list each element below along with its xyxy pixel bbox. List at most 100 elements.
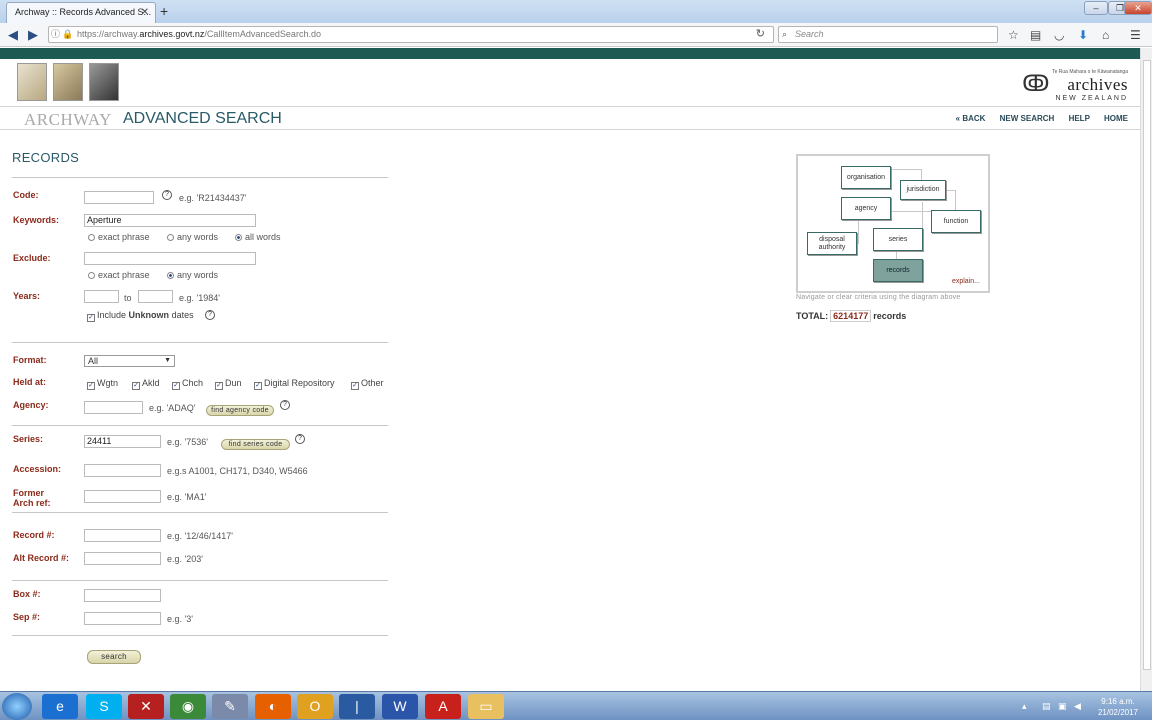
nav-new-search-link[interactable]: NEW SEARCH: [1000, 114, 1055, 123]
include-suffix: dates: [171, 310, 194, 320]
new-tab-icon[interactable]: +: [160, 3, 168, 19]
code-input[interactable]: [84, 191, 154, 204]
disposal-line2: authority: [818, 244, 846, 251]
reload-icon[interactable]: ↻: [756, 27, 765, 42]
former-arch-ref-input[interactable]: [84, 490, 161, 503]
held-digital-repository-checkbox[interactable]: ✓ Digital Repository: [254, 378, 335, 390]
diagram-series-box[interactable]: series: [873, 228, 923, 251]
keywords-input[interactable]: Aperture: [84, 214, 256, 227]
diagram-organisation-box[interactable]: organisation: [841, 166, 891, 189]
back-icon[interactable]: ◀: [8, 27, 18, 43]
divider: [12, 425, 388, 426]
series-help-icon[interactable]: ?: [295, 434, 305, 444]
acrobat-taskbar-icon[interactable]: A: [425, 694, 461, 719]
outlook-taskbar-icon[interactable]: O: [297, 694, 333, 719]
diagram-records-box[interactable]: records: [873, 259, 923, 282]
include-unknown-dates-checkbox[interactable]: ✓ Include Unknown dates: [87, 310, 194, 322]
search-button[interactable]: search: [87, 650, 141, 664]
radio-dot: [167, 272, 174, 279]
header-thumbnail-2[interactable]: [53, 63, 83, 101]
held-dun-checkbox[interactable]: ✓ Dun: [215, 378, 242, 390]
archives-nz-logo[interactable]: ↂ Te Rua Mahara o te Kāwanatanga archive…: [1022, 69, 1128, 102]
total-count: 6214177: [830, 310, 872, 322]
chrome-taskbar-icon[interactable]: ◉: [170, 694, 206, 719]
box-input[interactable]: [84, 589, 161, 602]
download-icon[interactable]: ⬇: [1078, 28, 1088, 42]
tray-network-icon[interactable]: ▤: [1042, 701, 1051, 712]
tab-close-icon[interactable]: ✕: [141, 7, 149, 18]
agency-help-icon[interactable]: ?: [280, 400, 290, 410]
years-label: Years:: [13, 291, 41, 301]
keywords-all-words-radio[interactable]: all words: [235, 232, 281, 242]
diagram-function-box[interactable]: function: [931, 210, 981, 233]
app-taskbar-icon[interactable]: ✕: [128, 694, 164, 719]
header-thumbnail-3[interactable]: [89, 63, 119, 101]
forward-icon[interactable]: ▶: [28, 27, 38, 43]
browser-search-input[interactable]: ⌕ Search: [778, 26, 998, 43]
word-taskbar-icon[interactable]: W: [382, 694, 418, 719]
section-title: RECORDS: [12, 150, 80, 165]
header-thumbnail-1[interactable]: [17, 63, 47, 101]
nav-back-link[interactable]: « BACK: [956, 114, 986, 123]
info-icon[interactable]: ⓘ: [51, 27, 60, 42]
pocket-icon[interactable]: ◡: [1054, 28, 1064, 42]
diagram-disposal-authority-box[interactable]: disposal authority: [807, 232, 857, 255]
paint-taskbar-icon[interactable]: ✎: [212, 694, 248, 719]
skype-taskbar-icon[interactable]: S: [86, 694, 122, 719]
taskbar-clock[interactable]: 9:16 a.m. 21/02/2017: [1098, 696, 1138, 718]
exclude-exact-phrase-radio[interactable]: exact phrase: [88, 270, 150, 280]
held-other-checkbox[interactable]: ✓ Other: [351, 378, 384, 390]
nav-help-link[interactable]: HELP: [1069, 114, 1090, 123]
sep-input[interactable]: [84, 612, 161, 625]
home-icon[interactable]: ⌂: [1102, 28, 1109, 42]
scrollbar-thumb[interactable]: [1143, 60, 1151, 670]
diagram-agency-box[interactable]: agency: [841, 197, 891, 220]
held-akld-checkbox[interactable]: ✓ Akld: [132, 378, 160, 390]
keywords-any-words-radio[interactable]: any words: [167, 232, 218, 242]
record-input[interactable]: [84, 529, 161, 542]
checkbox-box: ✓: [351, 382, 359, 390]
firefox-taskbar-icon[interactable]: ◐: [255, 694, 291, 719]
code-help-icon[interactable]: ?: [162, 190, 172, 200]
years-from-input[interactable]: [84, 290, 119, 303]
radio-dot: [167, 234, 174, 241]
agency-input[interactable]: [84, 401, 143, 414]
app2-taskbar-icon[interactable]: |: [339, 694, 375, 719]
series-input[interactable]: 24411: [84, 435, 161, 448]
format-value: All: [88, 356, 99, 366]
alt-record-input[interactable]: [84, 552, 161, 565]
tray-show-hidden-icon[interactable]: ▴: [1022, 701, 1027, 712]
diagram-connector: [892, 211, 932, 212]
clock-date: 21/02/2017: [1097, 708, 1138, 717]
exclude-any-words-radio[interactable]: any words: [167, 270, 218, 280]
browser-tab[interactable]: Archway :: Records Advanced S... ✕: [6, 2, 156, 23]
bookmark-star-icon[interactable]: ☆: [1008, 28, 1019, 42]
reading-list-icon[interactable]: ▤: [1030, 28, 1041, 42]
explorer-taskbar-icon[interactable]: ▭: [468, 694, 504, 719]
accession-label: Accession:: [13, 464, 62, 474]
radio-label: exact phrase: [98, 232, 150, 242]
held-wgtn-checkbox[interactable]: ✓ Wgtn: [87, 378, 118, 390]
find-agency-code-button[interactable]: find agency code: [206, 405, 274, 416]
exclude-input[interactable]: [84, 252, 256, 265]
diagram-explain-link[interactable]: explain...: [952, 278, 980, 285]
accession-input[interactable]: [84, 464, 161, 477]
years-to-input[interactable]: [138, 290, 173, 303]
nav-home-link[interactable]: HOME: [1104, 114, 1128, 123]
years-help-icon[interactable]: ?: [205, 310, 215, 320]
tray-monitor-icon[interactable]: ▣: [1058, 701, 1067, 712]
minimize-icon[interactable]: –: [1084, 1, 1108, 15]
url-bar[interactable]: ⓘ 🔒 https://archway.archives.govt.nz/Cal…: [48, 26, 774, 43]
window-close-icon[interactable]: ✕: [1124, 1, 1152, 15]
start-button[interactable]: [2, 693, 32, 720]
ie-taskbar-icon[interactable]: e: [42, 694, 78, 719]
page-scrollbar[interactable]: [1140, 48, 1152, 691]
format-select[interactable]: All ▼: [84, 355, 175, 367]
keywords-exact-phrase-radio[interactable]: exact phrase: [88, 232, 150, 242]
diagram-jurisdiction-box[interactable]: jurisdiction: [900, 180, 946, 200]
find-series-code-button[interactable]: find series code: [221, 439, 290, 450]
held-chch-checkbox[interactable]: ✓ Chch: [172, 378, 203, 390]
tray-volume-icon[interactable]: ◀: [1074, 701, 1081, 712]
checkbox-label: Digital Repository: [264, 378, 335, 388]
menu-icon[interactable]: ☰: [1130, 28, 1141, 42]
